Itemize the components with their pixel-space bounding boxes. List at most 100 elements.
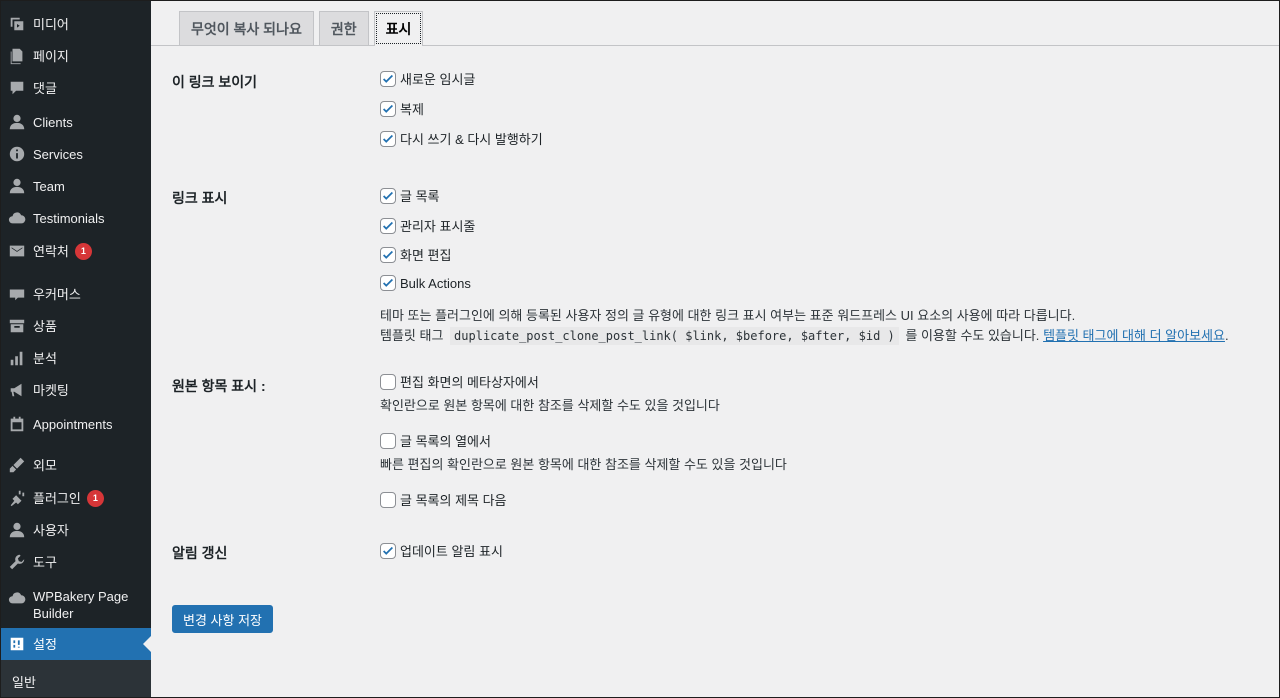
sidebar-item-marketing[interactable]: 마켓팅 — [0, 374, 151, 406]
comments-icon — [7, 78, 27, 98]
sidebar-item-team[interactable]: Team — [0, 170, 151, 202]
checkbox-edit-screen[interactable]: 화면 편집 — [380, 245, 451, 264]
sidebar-item-products[interactable]: 상품 — [0, 310, 151, 342]
tab-what-to-copy[interactable]: 무엇이 복사 되나요 — [179, 11, 314, 45]
sidebar-item-label: 우커머스 — [33, 286, 81, 302]
sidebar-item-appointments[interactable]: Appointments — [0, 408, 151, 440]
user-icon — [7, 176, 27, 196]
submenu-item-general[interactable]: 일반 — [0, 660, 151, 698]
checkbox-box[interactable] — [380, 246, 396, 263]
checkbox-meta-box[interactable]: 편집 화면의 메타상자에서 — [380, 372, 539, 391]
checkbox-box[interactable] — [380, 187, 396, 204]
sidebar-item-label: 상품 — [33, 318, 57, 334]
checkbox-box[interactable] — [380, 491, 396, 508]
sidebar-item-clients[interactable]: Clients — [0, 106, 151, 138]
checkmark-icon — [383, 278, 393, 287]
media-icon — [7, 14, 27, 34]
sidebar-item-label: Team — [33, 178, 65, 194]
brush-icon — [7, 455, 27, 475]
desc-end: . — [1224, 328, 1229, 343]
sidebar-item-label: 연락처 — [33, 243, 69, 259]
sidebar-item-label: 사용자 — [33, 522, 69, 538]
sidebar-item-appearance[interactable]: 외모 — [0, 449, 151, 481]
settings-icon — [7, 634, 27, 654]
checkmark-icon — [383, 104, 393, 113]
sidebar-item-wpbakery[interactable]: WPBakery Page Builder — [0, 582, 151, 626]
sidebar-item-tools[interactable]: 도구 — [0, 546, 151, 578]
sidebar-item-testimonials[interactable]: Testimonials — [0, 202, 151, 234]
checkbox-bulk-actions[interactable]: Bulk Actions — [380, 275, 471, 291]
checkbox-update-notice[interactable]: 업데이트 알림 표시 — [380, 541, 503, 560]
section-label-notice: 알림 갱신 — [172, 545, 228, 561]
template-tag-code: duplicate_post_clone_post_link( $link, $… — [450, 327, 899, 345]
checkmark-icon — [383, 250, 393, 259]
sidebar-item-label: 미디어 — [33, 16, 69, 32]
checkbox-label: 편집 화면의 메타상자에서 — [400, 375, 539, 390]
checkbox-box[interactable] — [380, 70, 396, 87]
sidebar-item-services[interactable]: Services — [0, 138, 151, 170]
calendar-icon — [7, 414, 27, 434]
plugin-icon — [7, 488, 27, 508]
tab-display[interactable]: 표시 — [373, 11, 424, 46]
checkbox-admin-bar[interactable]: 관리자 표시줄 — [380, 216, 475, 235]
sidebar-item-label: Clients — [33, 114, 73, 130]
info-icon — [7, 144, 27, 164]
checkbox-label: 새로운 임시글 — [400, 72, 476, 87]
chart-icon — [7, 348, 27, 368]
template-tag-link[interactable]: 템플릿 태그에 대해 더 알아보세요 — [1043, 328, 1225, 343]
sidebar-item-media[interactable]: 미디어 — [0, 8, 151, 40]
checkbox-box[interactable] — [380, 275, 396, 291]
sidebar-item-contact[interactable]: 연락처 1 — [0, 235, 151, 267]
sidebar-item-settings[interactable]: 설정 — [0, 628, 151, 660]
sidebar-item-pages[interactable]: 페이지 — [0, 40, 151, 72]
checkmark-icon — [383, 191, 393, 200]
checkmark-icon — [383, 134, 393, 143]
user-icon — [7, 112, 27, 132]
checkbox-box[interactable] — [380, 217, 396, 234]
checkbox-rewrite-republish[interactable]: 다시 쓰기 & 다시 발행하기 — [380, 129, 543, 148]
checkbox-label: Bulk Actions — [400, 275, 471, 291]
save-changes-button[interactable]: 변경 사항 저장 — [172, 605, 273, 633]
sidebar-item-label: 댓글 — [33, 80, 57, 96]
sidebar-item-users[interactable]: 사용자 — [0, 514, 151, 546]
checkbox-box[interactable] — [380, 100, 396, 117]
admin-sidebar: 미디어 페이지 댓글 Clients Services Team Testimo… — [0, 0, 151, 698]
section-label-show-links: 이 링크 보이기 — [172, 74, 258, 90]
mail-icon — [7, 241, 27, 261]
checkbox-after-title[interactable]: 글 목록의 제목 다음 — [380, 490, 507, 509]
sidebar-item-label: 외모 — [33, 457, 57, 473]
desc-mid: 를 이용할 수도 있습니다. — [905, 328, 1040, 343]
active-indicator — [143, 636, 151, 652]
sidebar-item-plugins[interactable]: 플러그인 1 — [0, 482, 151, 514]
checkbox-label: 글 목록의 열에서 — [400, 434, 491, 449]
sidebar-item-label: 마켓팅 — [33, 382, 69, 398]
sidebar-item-woocommerce[interactable]: 우커머스 — [0, 278, 151, 310]
checkbox-box[interactable] — [380, 542, 396, 559]
sidebar-item-label: 설정 — [33, 636, 57, 652]
checkbox-label: 글 목록의 제목 다음 — [400, 493, 507, 508]
checkbox-box[interactable] — [380, 373, 396, 390]
checkbox-label: 업데이트 알림 표시 — [400, 544, 503, 559]
sidebar-item-label: 플러그인 — [33, 490, 81, 506]
desc-prefix: 템플릿 태그 — [380, 328, 444, 343]
sidebar-item-comments[interactable]: 댓글 — [0, 72, 151, 104]
user-icon — [7, 520, 27, 540]
sidebar-item-label: WPBakery Page Builder — [33, 589, 129, 621]
settings-tabs: 무엇이 복사 되나요 권한 표시 — [179, 11, 428, 46]
checkbox-clone[interactable]: 복제 — [380, 99, 424, 118]
checkmark-icon — [383, 221, 393, 230]
checkbox-label: 화면 편집 — [400, 248, 452, 263]
checkbox-box[interactable] — [380, 130, 396, 147]
sidebar-item-label: 분석 — [33, 350, 57, 366]
sidebar-item-analytics[interactable]: 분석 — [0, 342, 151, 374]
checkbox-box[interactable] — [380, 432, 396, 449]
checkbox-column[interactable]: 글 목록의 열에서 — [380, 431, 491, 450]
tab-permissions[interactable]: 권한 — [318, 11, 369, 45]
checkbox-label: 복제 — [400, 102, 424, 117]
checkbox-post-list[interactable]: 글 목록 — [380, 186, 440, 205]
submenu-label: 일반 — [12, 675, 36, 690]
checkbox-label: 글 목록 — [400, 189, 440, 204]
checkbox-new-draft[interactable]: 새로운 임시글 — [380, 69, 475, 88]
sidebar-item-label: Services — [33, 146, 83, 162]
checkbox-label: 다시 쓰기 & 다시 발행하기 — [400, 132, 543, 147]
